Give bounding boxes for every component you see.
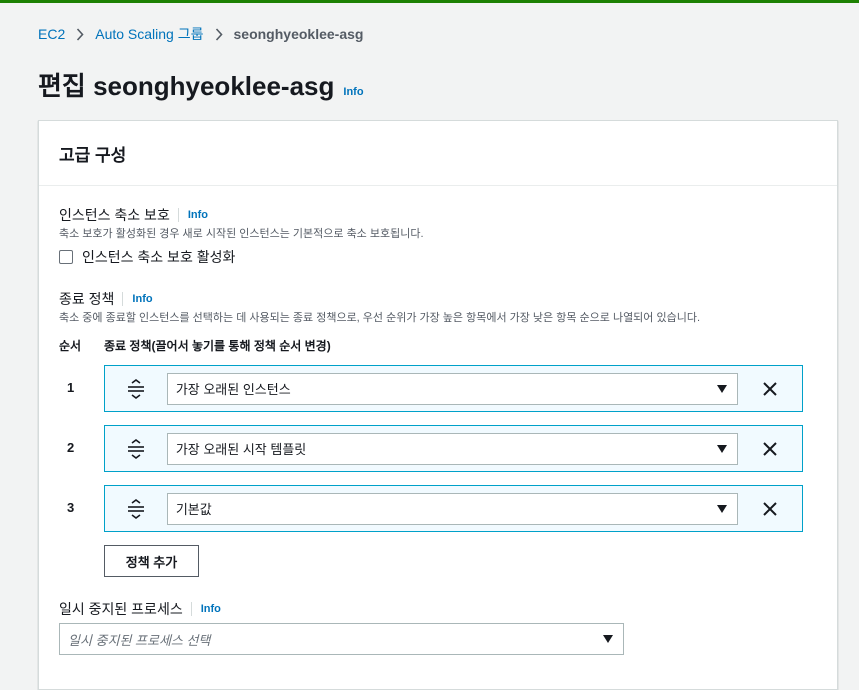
panel-title: 고급 구성: [59, 145, 127, 165]
policy-select-1[interactable]: 가장 오래된 인스턴스: [166, 372, 739, 405]
divider: [177, 208, 179, 222]
termination-policy-label: 종료 정책: [59, 291, 115, 307]
chevron-right-icon: [76, 27, 84, 41]
scale-in-protection-info-link[interactable]: Info: [188, 209, 208, 221]
termination-policy-label-row: 종료 정책 Info: [59, 289, 153, 309]
caret-down-icon: [717, 384, 728, 393]
suspended-processes-placeholder: 일시 중지된 프로세스 선택: [68, 632, 211, 648]
termination-policy-info-link[interactable]: Info: [132, 293, 152, 305]
breadcrumb-auto-scaling-groups[interactable]: Auto Scaling 그룹: [95, 24, 203, 44]
close-icon[interactable]: [738, 501, 802, 516]
drag-handle-icon[interactable]: [105, 438, 167, 459]
caret-down-icon: [603, 635, 613, 643]
close-icon[interactable]: [738, 441, 802, 456]
column-header-policy: 종료 정책(끌어서 놓기를 통해 정책 순서 변경): [104, 339, 331, 353]
panel-header: 고급 구성: [39, 121, 837, 186]
policy-row[interactable]: 기본값: [104, 485, 803, 532]
suspended-processes-label-row: 일시 중지된 프로세스 Info: [59, 599, 221, 619]
add-policy-button[interactable]: 정책 추가: [104, 545, 199, 577]
termination-policy-description: 축소 중에 종료할 인스턴스를 선택하는 데 사용되는 종료 정책으로, 우선 …: [59, 312, 701, 324]
suspended-processes-label: 일시 중지된 프로세스: [59, 601, 183, 617]
scale-in-protection-label-row: 인스턴스 축소 보호 Info: [59, 205, 208, 225]
caret-down-icon: [717, 504, 728, 513]
scale-in-protection-checkbox[interactable]: [59, 250, 73, 264]
scale-in-protection-description: 축소 보호가 활성화된 경우 새로 시작된 인스턴스는 기본적으로 축소 보호됩…: [59, 228, 424, 240]
policy-select-3[interactable]: 기본값: [166, 492, 739, 525]
column-header-order: 순서: [59, 339, 82, 353]
policy-order-3: 3: [67, 500, 75, 515]
drag-handle-icon[interactable]: [105, 378, 167, 399]
drag-handle-icon[interactable]: [105, 498, 167, 519]
advanced-config-panel: 고급 구성 인스턴스 축소 보호 Info 축소 보호가 활성화된 경우 새로 …: [38, 120, 838, 690]
suspended-processes-info-link[interactable]: Info: [201, 603, 221, 615]
policy-row[interactable]: 가장 오래된 시작 템플릿: [104, 425, 803, 472]
divider: [190, 602, 192, 616]
close-icon[interactable]: [738, 381, 802, 396]
top-accent-bar: [0, 0, 859, 3]
divider: [122, 292, 124, 306]
page-header: 편집 seonghyeoklee-asg Info: [38, 66, 364, 103]
page-info-link[interactable]: Info: [343, 86, 363, 98]
policy-select-value: 가장 오래된 인스턴스: [175, 382, 291, 397]
breadcrumb-ec2[interactable]: EC2: [38, 26, 65, 42]
policy-order-1: 1: [67, 380, 75, 395]
breadcrumb: EC2 Auto Scaling 그룹 seonghyeoklee-asg: [38, 24, 363, 44]
chevron-right-icon: [215, 27, 223, 41]
scale-in-protection-label: 인스턴스 축소 보호: [59, 207, 170, 223]
policy-order-2: 2: [67, 440, 75, 455]
policy-select-2[interactable]: 가장 오래된 시작 템플릿: [166, 432, 739, 465]
policy-select-value: 기본값: [175, 502, 212, 517]
breadcrumb-current: seonghyeoklee-asg: [233, 26, 364, 42]
page-title: 편집 seonghyeoklee-asg: [38, 71, 335, 101]
scale-in-protection-checkbox-row[interactable]: 인스턴스 축소 보호 활성화: [59, 247, 235, 267]
policy-select-value: 가장 오래된 시작 템플릿: [175, 442, 307, 457]
caret-down-icon: [717, 444, 728, 453]
scale-in-protection-checkbox-label[interactable]: 인스턴스 축소 보호 활성화: [82, 247, 235, 267]
policy-row[interactable]: 가장 오래된 인스턴스: [104, 365, 803, 412]
suspended-processes-select[interactable]: 일시 중지된 프로세스 선택: [59, 623, 624, 655]
